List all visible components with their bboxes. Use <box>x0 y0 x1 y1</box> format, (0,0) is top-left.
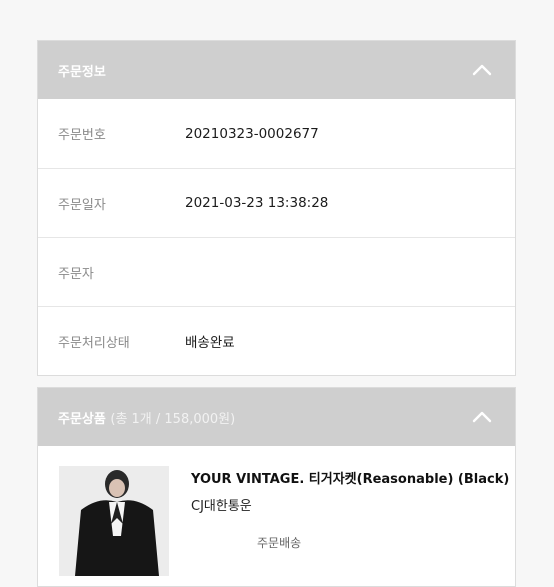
order-products-header[interactable]: 주문상품 (총 1개 / 158,000원) <box>38 388 515 446</box>
product-name[interactable]: YOUR VINTAGE. 티거자켓(Reasonable) (Black) <box>191 468 509 487</box>
product-item[interactable]: YOUR VINTAGE. 티거자켓(Reasonable) (Black) C… <box>38 446 515 576</box>
orderer-label: 주문자 <box>58 266 94 282</box>
order-date-value: 2021-03-23 13:38:28 <box>185 195 329 211</box>
order-status-row: 주문처리상태 배송완료 <box>38 306 515 375</box>
product-thumbnail[interactable] <box>59 466 169 576</box>
product-shipping-label[interactable]: 주문배송 <box>257 534 509 551</box>
order-info-header[interactable]: 주문정보 <box>38 41 515 99</box>
chevron-up-icon[interactable] <box>471 406 493 428</box>
order-info-body: 주문번호 20210323-0002677 주문일자 2021-03-23 13… <box>38 99 515 375</box>
order-products-title: 주문상품 (총 1개 / 158,000원) <box>58 408 235 427</box>
order-products-summary: (총 1개 / 158,000원) <box>110 411 236 427</box>
product-info: YOUR VINTAGE. 티거자켓(Reasonable) (Black) C… <box>191 466 509 576</box>
order-number-row: 주문번호 20210323-0002677 <box>38 99 515 168</box>
chevron-up-icon[interactable] <box>471 59 493 81</box>
order-number-label: 주문번호 <box>58 128 106 143</box>
order-date-label: 주문일자 <box>58 197 106 213</box>
order-info-title: 주문정보 <box>58 64 106 80</box>
order-date-row: 주문일자 2021-03-23 13:38:28 <box>38 168 515 237</box>
order-products-title-text: 주문상품 <box>58 411 106 427</box>
order-number-value: 20210323-0002677 <box>185 125 319 142</box>
orderer-row: 주문자 <box>38 237 515 306</box>
order-status-value: 배송완료 <box>185 335 235 351</box>
order-info-panel: 주문정보 주문번호 20210323-0002677 주문일자 2021-03-… <box>37 40 516 376</box>
order-status-label: 주문처리상태 <box>58 335 130 351</box>
product-courier: CJ대한통운 <box>191 499 252 514</box>
order-products-panel: 주문상품 (총 1개 / 158,000원) YOUR VINTAGE. 티거자… <box>37 387 516 587</box>
